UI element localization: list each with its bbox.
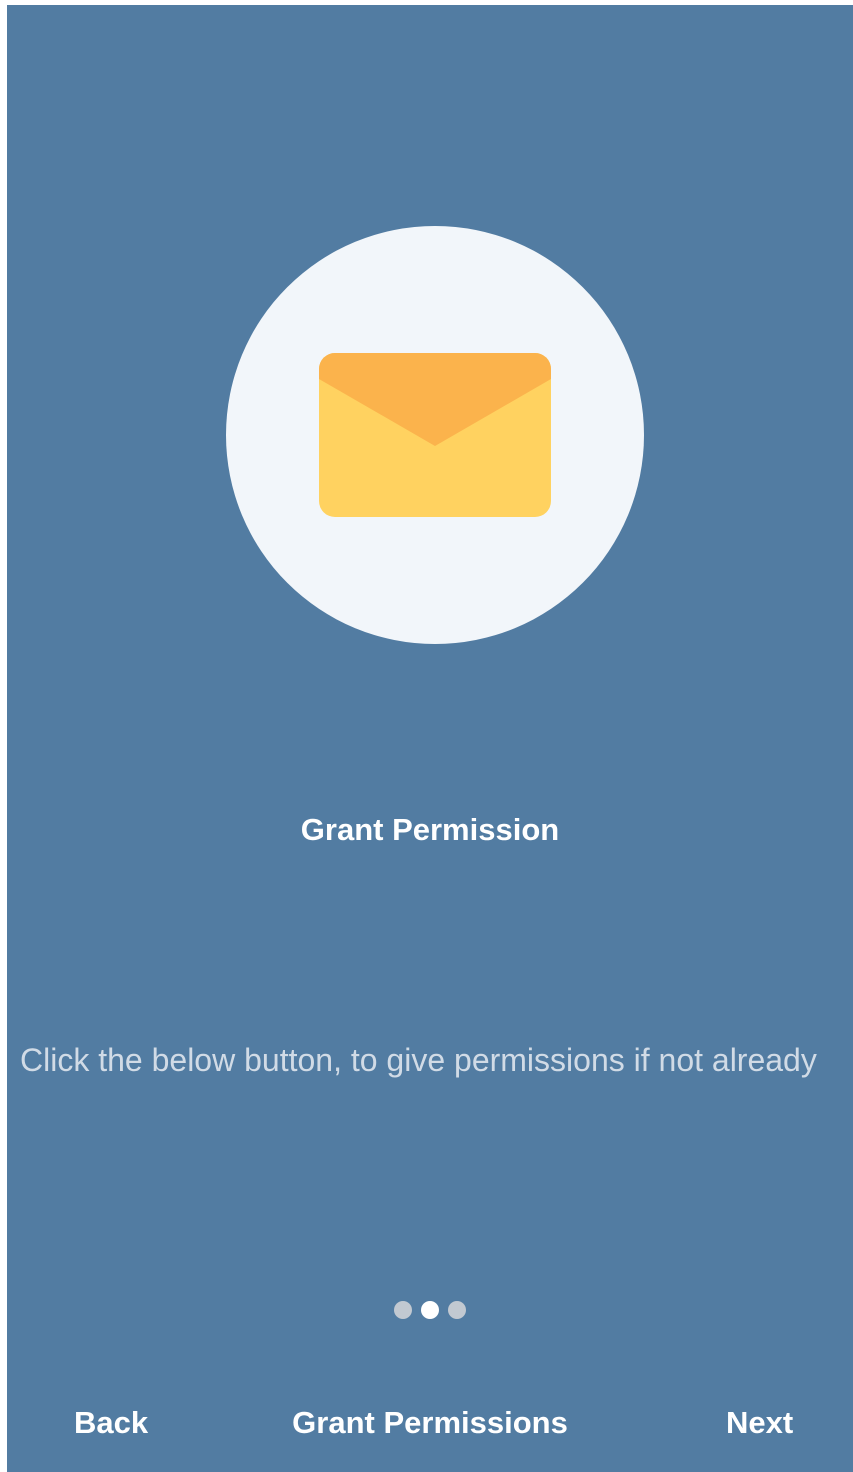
page-dot-active: [421, 1301, 439, 1319]
back-button[interactable]: Back: [74, 1403, 148, 1443]
page-indicator: [7, 1301, 853, 1319]
envelope-icon: [319, 353, 551, 517]
page-dot: [394, 1301, 412, 1319]
page-description: Click the below button, to give permissi…: [20, 1042, 817, 1078]
page-title: Grant Permission: [300, 812, 560, 847]
page-dot: [448, 1301, 466, 1319]
next-button[interactable]: Next: [726, 1403, 793, 1443]
onboarding-screen: Grant Permission Click the below button,…: [7, 5, 853, 1472]
illustration-circle: [226, 226, 644, 644]
